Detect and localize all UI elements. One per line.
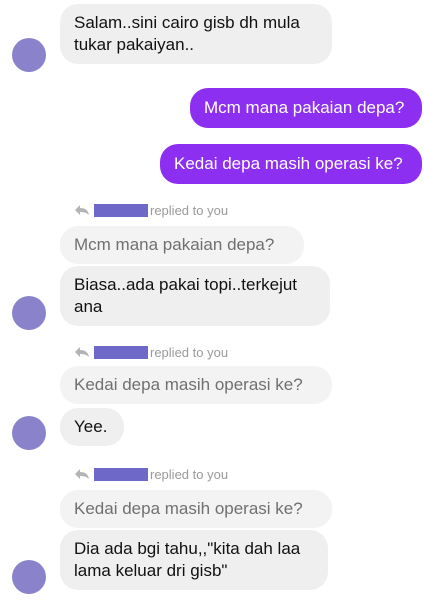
message-text: Mcm mana pakaian depa? bbox=[204, 98, 405, 117]
replied-label: replied to you bbox=[150, 344, 229, 360]
reply-arrow-icon bbox=[75, 469, 89, 479]
incoming-message[interactable]: Salam..sini cairo gisb dh mula tukar pak… bbox=[60, 4, 332, 64]
message-text: Salam..sini cairo gisb dh mula tukar pak… bbox=[74, 13, 300, 54]
avatar[interactable] bbox=[12, 38, 46, 72]
reply-indicator: replied to you bbox=[74, 344, 228, 360]
outgoing-message[interactable]: Mcm mana pakaian depa? bbox=[190, 88, 422, 128]
reply-arrow-icon bbox=[75, 347, 89, 357]
incoming-message[interactable]: Dia ada bgi tahu,,"kita dah laa lama kel… bbox=[60, 530, 328, 590]
quoted-message[interactable]: Kedai depa masih operasi ke? bbox=[60, 366, 332, 404]
reply-indicator: replied to you bbox=[74, 466, 228, 482]
avatar[interactable] bbox=[12, 416, 46, 450]
reply-indicator: replied to you bbox=[74, 202, 228, 218]
incoming-message[interactable]: Biasa..ada pakai topi..terkejut ana bbox=[60, 266, 330, 326]
quoted-message[interactable]: Mcm mana pakaian depa? bbox=[60, 226, 304, 264]
quoted-text: Mcm mana pakaian depa? bbox=[74, 235, 275, 254]
avatar[interactable] bbox=[12, 560, 46, 594]
quoted-message[interactable]: Kedai depa masih operasi ke? bbox=[60, 490, 332, 528]
message-text: Yee. bbox=[74, 417, 108, 436]
message-text: Biasa..ada pakai topi..terkejut ana bbox=[74, 275, 298, 316]
redacted-name bbox=[94, 203, 148, 217]
redacted-name bbox=[94, 345, 148, 359]
redacted-name bbox=[94, 467, 148, 481]
replied-label: replied to you bbox=[150, 466, 229, 482]
quoted-text: Kedai depa masih operasi ke? bbox=[74, 499, 303, 518]
quoted-text: Kedai depa masih operasi ke? bbox=[74, 375, 303, 394]
outgoing-message[interactable]: Kedai depa masih operasi ke? bbox=[160, 144, 422, 184]
incoming-message[interactable]: Yee. bbox=[60, 408, 124, 446]
message-text: Dia ada bgi tahu,,"kita dah laa lama kel… bbox=[74, 539, 301, 580]
replied-label: replied to you bbox=[150, 202, 229, 218]
message-text: Kedai depa masih operasi ke? bbox=[174, 154, 403, 173]
avatar[interactable] bbox=[12, 296, 46, 330]
reply-arrow-icon bbox=[75, 205, 89, 215]
